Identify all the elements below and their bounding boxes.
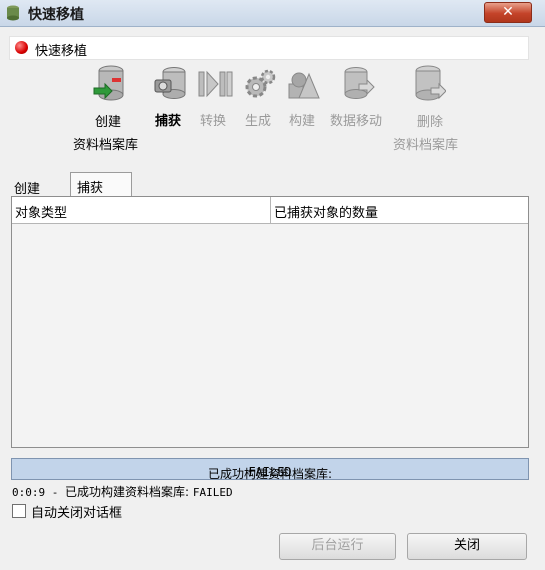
- auto-close-checkbox[interactable]: [12, 504, 26, 518]
- step-create-label: 创建: [95, 115, 122, 130]
- step-data-move[interactable]: 数据移动: [328, 64, 388, 134]
- step-delete-label: 删除: [417, 115, 444, 130]
- title-bar: 快速移植 ✕: [0, 0, 545, 27]
- step-build[interactable]: 构建: [284, 64, 324, 134]
- log-time: 0:0:9: [12, 486, 46, 499]
- wizard-header: 快速移植: [9, 36, 529, 60]
- database-delete-icon: [415, 65, 446, 101]
- gears-icon: [245, 69, 276, 98]
- step-create-sublabel: 资料档案库: [73, 138, 139, 153]
- step-generate[interactable]: 生成: [240, 64, 280, 134]
- auto-close-label: 自动关闭对话框: [31, 506, 123, 521]
- step-data-move-label: 数据移动: [330, 114, 383, 129]
- close-button[interactable]: 关闭: [407, 533, 527, 560]
- column-divider: [270, 197, 271, 223]
- data-move-icon: [344, 67, 375, 99]
- log-separator: -: [45, 486, 65, 499]
- window-title: 快速移植: [28, 7, 84, 23]
- step-convert[interactable]: 转换: [196, 64, 236, 134]
- tab-create-label: 创建: [14, 182, 41, 197]
- step-build-label: 构建: [289, 114, 316, 129]
- status-error-icon: [15, 41, 28, 54]
- run-in-background-button[interactable]: 后台运行: [279, 533, 396, 560]
- table-header: 对象类型 已捕获对象的数量: [12, 197, 528, 224]
- step-create-repository[interactable]: 创建 资料档案库: [70, 64, 150, 154]
- step-delete-sublabel: 资料档案库: [393, 138, 459, 153]
- step-capture-label: 捕获: [155, 114, 182, 129]
- tab-capture-label: 捕获: [77, 181, 104, 196]
- column-header-object-type[interactable]: 对象类型: [15, 202, 67, 221]
- step-delete-repository[interactable]: 删除 资料档案库: [390, 64, 470, 154]
- column-header-captured-count[interactable]: 已捕获对象的数量: [274, 202, 378, 221]
- log-line: 0:0:9 - 已成功构建资料档案库: FAILED: [12, 483, 233, 500]
- tab-capture[interactable]: 捕获: [70, 172, 132, 197]
- window-close-button[interactable]: ✕: [484, 2, 532, 23]
- convert-arrows-icon: [198, 70, 233, 98]
- log-message: 已成功构建资料档案库:: [65, 485, 193, 499]
- camera-database-icon: [154, 67, 186, 99]
- wizard-header-title: 快速移植: [35, 44, 88, 59]
- step-capture[interactable]: 捕获: [152, 64, 192, 134]
- captured-objects-table[interactable]: 对象类型 已捕获对象的数量: [11, 196, 529, 448]
- step-convert-label: 转换: [200, 114, 227, 129]
- status-result: FAILED: [248, 465, 292, 479]
- database-create-icon: [93, 65, 124, 101]
- app-database-icon: [7, 5, 19, 21]
- close-icon: ✕: [502, 4, 514, 20]
- build-shapes-icon: [288, 72, 320, 99]
- status-progress-bar: 已成功构建资料档案库: FAILED: [11, 458, 529, 481]
- step-generate-label: 生成: [245, 114, 272, 129]
- log-result: FAILED: [192, 486, 233, 499]
